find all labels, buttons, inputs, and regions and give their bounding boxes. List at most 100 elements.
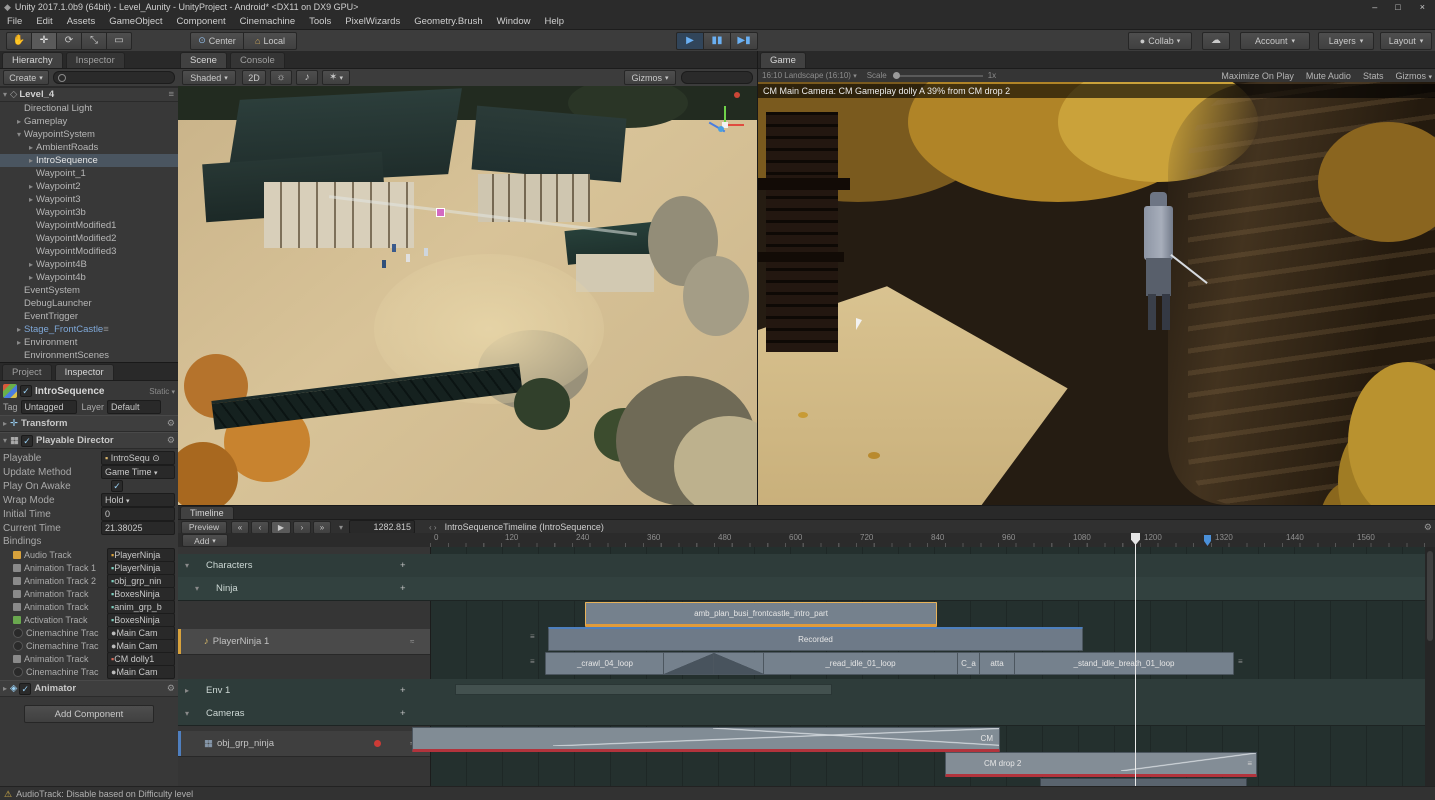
layers-dropdown[interactable]: Layers ▾ (1318, 31, 1374, 50)
hierarchy-item[interactable]: EnvironmentScenes (0, 349, 178, 362)
playable-object-field[interactable]: ▪ IntroSequ ⊙ (101, 451, 175, 465)
scene-gizmos-dropdown[interactable]: Gizmos ▾ (624, 70, 676, 85)
transform-component-header[interactable]: ▸ ✛ Transform ⚙ (0, 415, 178, 432)
play-on-awake-checkbox[interactable]: ✓ (111, 480, 123, 492)
clip-animation[interactable]: _stand_idle_breath_01_loop (1014, 652, 1234, 675)
foldout-arrow-icon[interactable]: ▸ (0, 684, 10, 693)
tab-project[interactable]: Project (2, 364, 52, 380)
expand-arrow-icon[interactable]: ▸ (26, 141, 36, 154)
gear-icon[interactable]: ⚙ (167, 683, 178, 694)
tab-inspector-top[interactable]: Inspector (65, 52, 125, 68)
playhead-line[interactable] (1135, 533, 1136, 787)
expand-arrow-icon[interactable]: ▸ (14, 336, 24, 349)
hierarchy-item[interactable]: ▾ WaypointSystem (0, 128, 178, 141)
expand-arrow-icon[interactable]: ▾ (0, 88, 10, 101)
hierarchy-item[interactable]: DebugLauncher (0, 297, 178, 310)
expand-arrow-icon[interactable]: ▸ (26, 154, 36, 167)
expand-arrow-icon[interactable]: ▸ (14, 323, 24, 336)
hierarchy-item[interactable]: ▸ Gameplay (0, 115, 178, 128)
play-button[interactable]: ▶ (676, 31, 704, 50)
clip-animation[interactable]: _crawl_04_loop (545, 652, 665, 675)
hierarchy-item[interactable]: Waypoint3b (0, 206, 178, 219)
pause-button[interactable]: ▮▮ (704, 31, 731, 50)
update-method-dropdown[interactable]: Game Time ▾ (101, 465, 175, 479)
tab-inspector[interactable]: Inspector (54, 364, 114, 380)
binding-object-field[interactable]: ●Main Cam (107, 638, 175, 653)
scale-tool-button[interactable]: ⤡ (82, 31, 107, 50)
clip-crossfade-out[interactable] (663, 652, 715, 675)
game-viewport[interactable]: CM Main Camera: CM Gameplay dolly A 39% … (758, 82, 1435, 505)
binding-object-field[interactable]: ●Main Cam (107, 625, 175, 640)
enabled-checkbox[interactable]: ✓ (20, 434, 33, 447)
scene-audio-button[interactable]: ♪ (296, 70, 318, 85)
add-component-button[interactable]: Add Component (24, 705, 154, 723)
menu-geometrybrush[interactable]: Geometry.Brush (407, 14, 489, 29)
track-group-characters[interactable]: ▾ Characters + (178, 554, 1435, 578)
space-toggle-button[interactable]: ⌂ Local (244, 31, 297, 50)
scene-menu-icon[interactable]: ≡ (168, 88, 174, 101)
menu-file[interactable]: File (0, 14, 29, 29)
menu-window[interactable]: Window (490, 14, 538, 29)
object-picker-icon[interactable]: ⊙ (152, 453, 160, 463)
binding-object-field[interactable]: ▪anim_grp_b (107, 599, 175, 614)
timeline-play-button[interactable]: ▶ (271, 520, 291, 534)
clip-menu-icon[interactable]: ≡ (530, 632, 535, 641)
hierarchy-item[interactable]: ▸ Waypoint3 (0, 193, 178, 206)
menu-edit[interactable]: Edit (29, 14, 59, 29)
hierarchy-item[interactable]: EventSystem (0, 284, 178, 297)
track-header-audio[interactable]: ♪ PlayerNinja 1 ≈ (178, 629, 430, 655)
timeline-preview-button[interactable]: Preview (181, 520, 227, 534)
menu-pixelwizards[interactable]: PixelWizards (338, 14, 407, 29)
menu-cinemachine[interactable]: Cinemachine (233, 14, 302, 29)
maximize-button[interactable]: □ (1386, 2, 1409, 12)
binding-object-field[interactable]: ▪CM dolly1 (107, 651, 175, 666)
minimize-button[interactable]: – (1363, 2, 1386, 12)
gear-icon[interactable]: ⚙ (167, 435, 178, 446)
goto-end-button[interactable]: » (313, 520, 331, 534)
collab-button[interactable]: ● Collab ▾ (1128, 31, 1192, 50)
playable-director-header[interactable]: ▾ ▦ ✓ Playable Director ⚙ (0, 432, 178, 449)
shading-mode-dropdown[interactable]: Shaded ▾ (182, 70, 236, 85)
timeline-vertical-scrollbar[interactable] (1425, 547, 1435, 787)
track-group-ninja[interactable]: ▾ Ninja + (178, 577, 1435, 601)
track-header-animation-2[interactable]: ▦ obj_grp_ninja ≈ (178, 731, 430, 757)
aspect-dropdown[interactable]: 16:10 Landscape (16:10) ▾ (762, 71, 857, 80)
tab-timeline[interactable]: Timeline (180, 506, 234, 519)
scene-header-row[interactable]: ▾ ◇ Level_4 ≡ (0, 87, 178, 102)
timeline-breadcrumb[interactable]: IntroSequenceTimeline (IntroSequence) (445, 522, 604, 532)
status-message[interactable]: AudioTrack: Disable based on Difficulty … (16, 789, 193, 799)
account-dropdown[interactable]: Account ▾ (1240, 31, 1310, 50)
foldout-arrow-icon[interactable]: ▸ (0, 419, 10, 428)
expand-arrow-icon[interactable]: ▾ (14, 128, 24, 141)
scale-slider[interactable] (892, 71, 983, 79)
binding-object-field[interactable]: ▪PlayerNinja (107, 547, 175, 562)
hand-tool-button[interactable]: ✋ (6, 31, 32, 50)
wrap-mode-dropdown[interactable]: Hold ▾ (101, 493, 175, 507)
add-track-button[interactable]: + (400, 583, 406, 594)
hierarchy-item[interactable]: ▸ Waypoint4B (0, 258, 178, 271)
tab-game[interactable]: Game (760, 52, 806, 68)
tab-hierarchy[interactable]: Hierarchy (2, 52, 63, 68)
current-frame-field[interactable]: 1282.815 (349, 520, 416, 534)
clip-cinemachine-shot[interactable]: CM (412, 727, 1000, 752)
hierarchy-item[interactable]: ▸ Waypoint4b (0, 271, 178, 284)
cloud-button[interactable]: ☁ (1202, 31, 1230, 50)
translate-gizmo[interactable] (706, 104, 746, 144)
scrollbar-thumb[interactable] (1427, 551, 1433, 641)
expand-arrow-icon[interactable]: ▸ (14, 115, 24, 128)
rect-tool-button[interactable]: ▭ (107, 31, 132, 50)
hierarchy-item[interactable]: ▸ Waypoint2 (0, 180, 178, 193)
hierarchy-item[interactable]: Waypoint_1 (0, 167, 178, 180)
layout-dropdown[interactable]: Layout ▾ (1380, 31, 1432, 50)
current-time-field[interactable]: 21.38025 (101, 521, 175, 535)
gameobject-name[interactable]: IntroSequence (35, 386, 104, 397)
hierarchy-item[interactable]: ▸ Environment (0, 336, 178, 349)
tab-scene[interactable]: Scene (180, 52, 227, 68)
pivot-toggle-button[interactable]: ⊙ Center (190, 31, 244, 50)
expand-arrow-icon[interactable]: ▸ (26, 180, 36, 193)
clip-animation[interactable]: atta (979, 652, 1015, 675)
hierarchy-item[interactable]: EventTrigger (0, 310, 178, 323)
menu-help[interactable]: Help (537, 14, 571, 29)
rotate-tool-button[interactable]: ⟳ (57, 31, 82, 50)
hierarchy-item[interactable]: WaypointModified2 (0, 232, 178, 245)
